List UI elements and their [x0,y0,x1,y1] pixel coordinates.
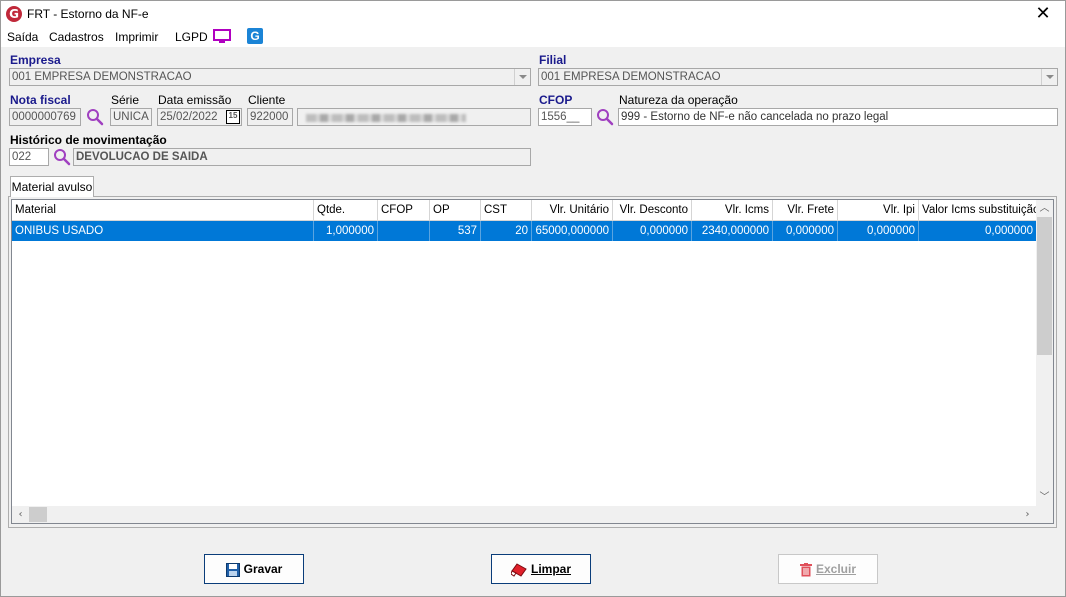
cell-cst: 20 [481,221,532,241]
natureza-input[interactable]: 999 - Estorno de NF-e não cancelada no p… [618,108,1058,126]
cell-cfop [378,221,430,241]
cell-vlr-icms: 2340,000000 [692,221,773,241]
historico-label: Histórico de movimentação [10,133,167,147]
cfop-search-icon[interactable] [596,108,614,126]
column-header[interactable]: OP [430,200,481,221]
app-logo-icon: G [6,6,22,22]
cell-valor-icms-st: 0,000000 [985,225,1033,237]
eraser-icon [510,563,527,577]
grid-header: Material Qtde. CFOP OP CST Vlr. Unitário… [12,200,1036,221]
serie-label: Série [111,93,140,107]
g-app-icon[interactable]: G [247,28,263,44]
column-header[interactable]: Qtde. [314,200,378,221]
nota-fiscal-input[interactable]: 0000000769 [9,108,81,126]
limpar-button[interactable]: Limpar [491,554,591,584]
tab-material-avulso[interactable]: Material avulso [10,176,94,197]
vertical-scroll-thumb[interactable] [1037,217,1052,355]
menu-imprimir[interactable]: Imprimir [115,30,158,44]
cell-qtde: 1,000000 [314,221,378,241]
close-button[interactable]: ✕ [1021,1,1065,27]
historico-search-icon[interactable] [53,148,71,166]
window-title: FRT - Estorno da NF-e [27,7,149,21]
menu-bar: Saída Cadastros Imprimir LGPD G [1,27,1065,47]
column-header[interactable]: Material [12,200,314,221]
cell-op: 537 [430,221,481,241]
gravar-button[interactable]: Gravar [204,554,304,584]
cell-material: ONIBUS USADO [12,221,314,241]
table-row[interactable]: ONIBUS USADO 1,000000 537 20 65000,00000… [12,221,1036,241]
filial-label: Filial [539,53,567,67]
main-window: G FRT - Estorno da NF-e ✕ Saída Cadastro… [0,0,1066,597]
calendar-icon[interactable]: 15 [226,110,240,124]
column-header[interactable]: Vlr. Frete [773,200,838,221]
horizontal-scrollbar[interactable]: ‹ › [12,506,1053,523]
scroll-left-icon[interactable]: ‹ [12,506,29,523]
menu-cadastros[interactable]: Cadastros [49,30,104,44]
natureza-label: Natureza da operação [619,93,738,107]
column-header[interactable]: Vlr. Unitário [532,200,613,221]
historico-description: DEVOLUCAO DE SAIDA [73,148,531,166]
horizontal-scroll-thumb[interactable] [29,507,47,522]
chevron-down-icon[interactable] [514,69,530,85]
cliente-label: Cliente [248,93,286,107]
scroll-down-icon[interactable]: ﹀ [1036,489,1053,506]
excluir-button[interactable]: Excluir [778,554,878,584]
cell-vlr-desconto: 0,000000 [613,221,692,241]
column-header[interactable]: Vlr. Icms [692,200,773,221]
save-icon [225,562,240,577]
cell-vlr-frete: 0,000000 [773,221,838,241]
materials-grid[interactable]: Material Qtde. CFOP OP CST Vlr. Unitário… [11,199,1054,524]
column-header[interactable]: Vlr. Desconto [613,200,692,221]
scroll-right-icon[interactable]: › [1019,506,1036,523]
nota-fiscal-label: Nota fiscal [10,93,71,107]
title-bar: G FRT - Estorno da NF-e ✕ [1,1,1065,27]
column-header[interactable]: Vlr. Ipi [838,200,919,221]
empresa-select[interactable]: 001 EMPRESA DEMONSTRACAO [9,68,531,86]
trash-icon [799,562,812,577]
nota-fiscal-search-icon[interactable] [86,108,104,126]
historico-code-input[interactable]: 022 [9,148,49,166]
vertical-scrollbar[interactable]: ︿ ﹀ [1036,200,1053,506]
cfop-label: CFOP [539,93,573,107]
filial-select[interactable]: 001 EMPRESA DEMONSTRACAO [538,68,1058,86]
scroll-corner [1036,506,1053,523]
data-emissao-label: Data emissão [158,93,232,107]
monitor-icon[interactable] [213,29,231,43]
column-header[interactable]: CFOP [378,200,430,221]
serie-input[interactable]: UNICA [110,108,152,126]
menu-lgpd[interactable]: LGPD [175,30,208,44]
cfop-input[interactable]: 1556__ [538,108,592,126]
empresa-label: Empresa [10,53,61,67]
column-header[interactable]: Valor Icms substituição [919,200,1036,221]
cliente-code-input[interactable]: 922000 [247,108,293,126]
menu-saida[interactable]: Saída [7,30,38,44]
cell-vlr-unitario: 65000,000000 [532,221,613,241]
cell-vlr-ipi: 0,000000 [838,221,919,241]
chevron-down-icon[interactable] [1041,69,1057,85]
data-emissao-input[interactable]: 25/02/2022 15 [157,108,242,126]
scroll-up-icon[interactable]: ︿ [1036,200,1053,217]
cliente-name-redacted [297,108,531,126]
column-header[interactable]: CST [481,200,532,221]
